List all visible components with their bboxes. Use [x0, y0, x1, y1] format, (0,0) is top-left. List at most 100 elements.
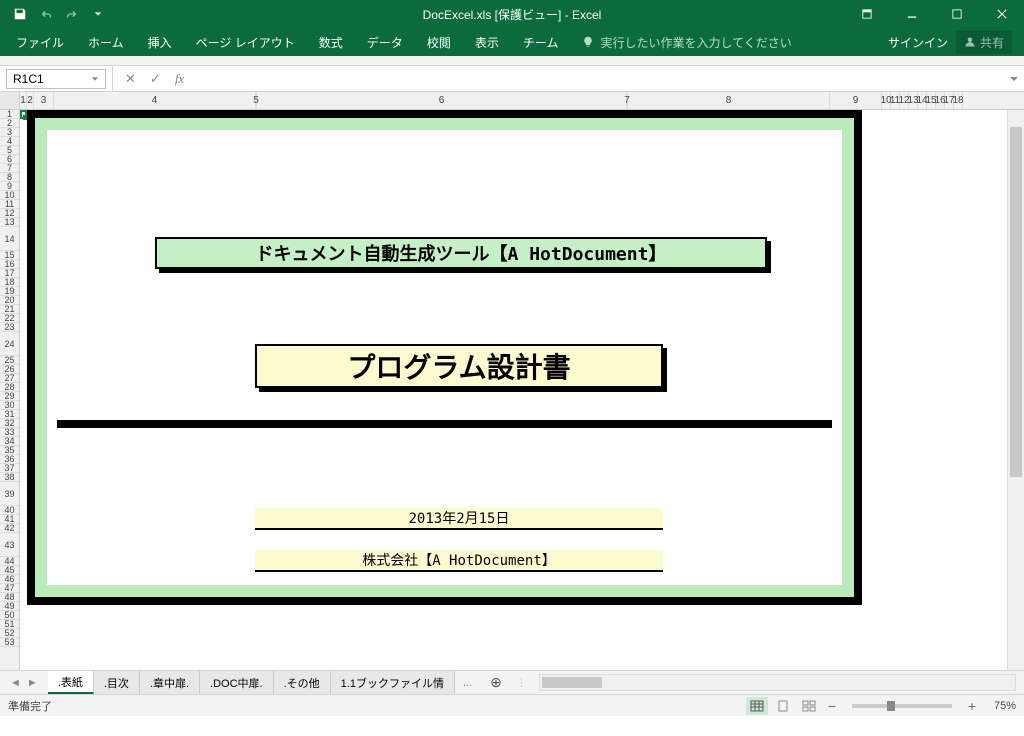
- column-header[interactable]: 3: [34, 92, 54, 109]
- row-header[interactable]: 39: [0, 482, 19, 506]
- row-header[interactable]: 14: [0, 227, 19, 251]
- status-right: − + 75%: [746, 697, 1016, 715]
- cell-selection: [20, 110, 27, 119]
- column-header[interactable]: 1: [20, 92, 27, 109]
- view-pagebreak-button[interactable]: [798, 697, 820, 715]
- sheet-tabs: .表紙.目次.章中扉..DOC中扉..その他1.1ブックファイル情: [48, 671, 455, 694]
- status-ready: 準備完了: [8, 698, 52, 714]
- tab-home[interactable]: ホーム: [76, 28, 136, 56]
- cover-date: 2013年2月15日: [255, 508, 663, 530]
- select-all-corner[interactable]: [0, 92, 20, 109]
- share-label: 共有: [980, 34, 1004, 51]
- ribbon-tabs: ファイル ホーム 挿入 ページ レイアウト 数式 データ 校閲 表示 チーム 実…: [0, 28, 1024, 56]
- row-header[interactable]: 23: [0, 323, 19, 332]
- cover-company: 株式会社【A HotDocument】: [255, 550, 663, 572]
- cover-tool-title: ドキュメント自動生成ツール【A HotDocument】: [155, 237, 767, 269]
- enter-formula-button[interactable]: ✓: [146, 71, 165, 87]
- sheet-nav-next[interactable]: ►: [25, 677, 40, 689]
- column-header[interactable]: 9: [830, 92, 882, 109]
- chevron-down-icon: [91, 75, 99, 83]
- row-header[interactable]: 43: [0, 533, 19, 557]
- name-box[interactable]: R1C1: [6, 69, 106, 89]
- cover-page: ドキュメント自動生成ツール【A HotDocument】 プログラム設計書 20…: [27, 110, 862, 605]
- ribbon-right-actions: サインイン 共有: [888, 31, 1020, 54]
- tab-data[interactable]: データ: [355, 28, 415, 56]
- zoom-level: 75%: [984, 700, 1016, 712]
- hscroll-thumb[interactable]: [542, 677, 602, 688]
- formula-buttons: ✕ ✓ fx: [112, 66, 196, 91]
- tab-insert[interactable]: 挿入: [136, 28, 184, 56]
- quick-access-toolbar: [0, 2, 110, 26]
- formula-bar-row: R1C1 ✕ ✓ fx: [0, 66, 1024, 92]
- titlebar: DocExcel.xls [保護ビュー] - Excel: [0, 0, 1024, 28]
- signin-link[interactable]: サインイン: [888, 34, 948, 51]
- row-header[interactable]: 38: [0, 473, 19, 482]
- close-button[interactable]: [979, 0, 1024, 28]
- tab-view[interactable]: 表示: [463, 28, 511, 56]
- statusbar: 準備完了 − + 75%: [0, 694, 1024, 716]
- save-button[interactable]: [8, 2, 32, 26]
- zoom-thumb[interactable]: [887, 701, 895, 711]
- column-header[interactable]: 6: [257, 92, 627, 109]
- column-headers: 123456789101112131415161718: [0, 92, 1024, 110]
- window-controls: [844, 0, 1024, 28]
- column-header[interactable]: 4: [54, 92, 256, 109]
- tab-team[interactable]: チーム: [511, 28, 571, 56]
- column-header[interactable]: 8: [628, 92, 830, 109]
- grid-container: 1234567891011121314151617181920212223242…: [0, 110, 1024, 670]
- maximize-button[interactable]: [934, 0, 979, 28]
- view-pagelayout-button[interactable]: [772, 697, 794, 715]
- column-header-container: 123456789101112131415161718: [20, 92, 1024, 109]
- zoom-out-button[interactable]: −: [824, 698, 840, 714]
- sheet-tabs-more[interactable]: ...: [455, 677, 480, 689]
- tab-file[interactable]: ファイル: [4, 28, 76, 56]
- window-title: DocExcel.xls [保護ビュー] - Excel: [423, 6, 602, 23]
- lightbulb-icon: [582, 36, 594, 48]
- sheet-tab[interactable]: .章中扉.: [140, 671, 200, 694]
- sheet-tab[interactable]: .DOC中扉.: [200, 671, 274, 694]
- row-header[interactable]: 24: [0, 332, 19, 356]
- qat-customize[interactable]: [86, 2, 110, 26]
- undo-button[interactable]: [34, 2, 58, 26]
- sheet-nav-prev[interactable]: ◄: [8, 677, 23, 689]
- sheet-tab[interactable]: .目次: [94, 671, 140, 694]
- vertical-scrollbar[interactable]: [1007, 110, 1024, 670]
- vscroll-thumb[interactable]: [1010, 127, 1022, 477]
- minimize-button[interactable]: [889, 0, 934, 28]
- column-header[interactable]: 18: [954, 92, 963, 109]
- ribbon-collapsed-area: [0, 56, 1024, 66]
- sheet-tab[interactable]: 1.1ブックファイル情: [331, 671, 455, 694]
- sheet-tab[interactable]: .表紙: [48, 671, 94, 694]
- sheet-content[interactable]: ドキュメント自動生成ツール【A HotDocument】 プログラム設計書 20…: [20, 110, 1007, 670]
- tab-review[interactable]: 校閲: [415, 28, 463, 56]
- horizontal-scrollbar[interactable]: [539, 674, 1016, 691]
- row-header[interactable]: 53: [0, 638, 19, 647]
- row-header[interactable]: 42: [0, 524, 19, 533]
- chevron-down-icon: [1009, 74, 1019, 84]
- cover-rule: [57, 420, 832, 428]
- vscroll-track[interactable]: [1008, 127, 1024, 653]
- sheet-nav: ◄ ►: [0, 677, 48, 689]
- zoom-in-button[interactable]: +: [964, 698, 980, 714]
- tab-pagelayout[interactable]: ページ レイアウト: [184, 28, 307, 56]
- row-header[interactable]: 13: [0, 218, 19, 227]
- sheet-tab[interactable]: .その他: [274, 671, 331, 694]
- formula-expand-button[interactable]: [1004, 74, 1024, 84]
- zoom-slider[interactable]: [852, 704, 952, 708]
- formula-input[interactable]: [196, 69, 1004, 89]
- new-sheet-button[interactable]: ⊕: [480, 674, 512, 691]
- ribbon-display-button[interactable]: [844, 0, 889, 28]
- sheet-tab-bar: ◄ ► .表紙.目次.章中扉..DOC中扉..その他1.1ブックファイル情 ..…: [0, 670, 1024, 694]
- fx-button[interactable]: fx: [171, 71, 188, 87]
- column-header[interactable]: 2: [27, 92, 34, 109]
- divider: ⋮: [512, 676, 531, 689]
- redo-button[interactable]: [60, 2, 84, 26]
- view-normal-button[interactable]: [746, 697, 768, 715]
- cancel-formula-button[interactable]: ✕: [121, 71, 140, 87]
- row-headers: 1234567891011121314151617181920212223242…: [0, 110, 20, 670]
- tab-formulas[interactable]: 数式: [307, 28, 355, 56]
- cover-border: ドキュメント自動生成ツール【A HotDocument】 プログラム設計書 20…: [35, 118, 854, 597]
- share-button[interactable]: 共有: [956, 31, 1012, 54]
- name-box-value: R1C1: [13, 72, 44, 86]
- tell-me-search[interactable]: 実行したい作業を入力してください: [570, 34, 791, 51]
